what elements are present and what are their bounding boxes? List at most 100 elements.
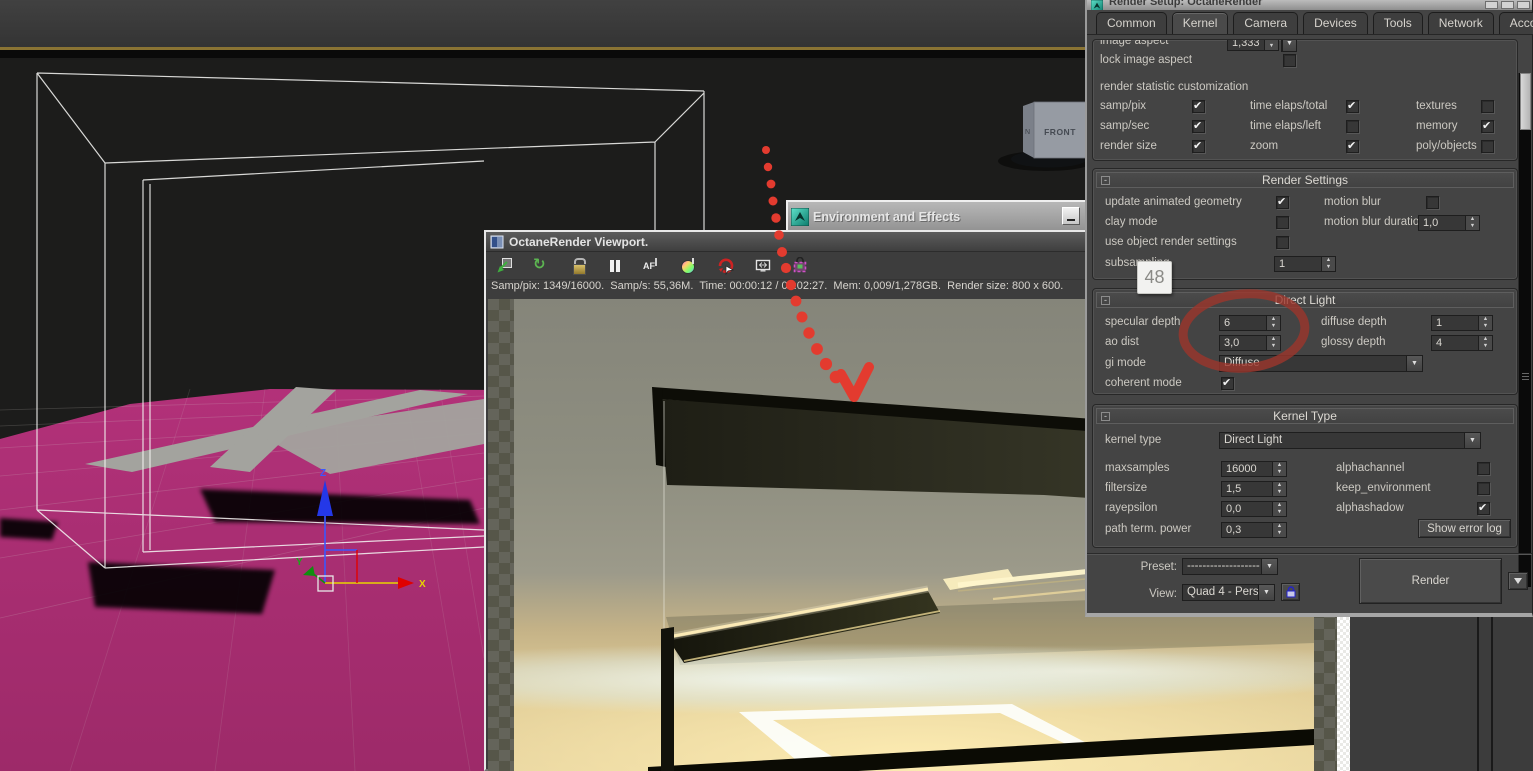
scrollbar-thumb[interactable] — [1520, 73, 1531, 130]
close-button[interactable] — [1517, 1, 1530, 9]
spinner-arrows[interactable] — [1267, 335, 1281, 351]
render-size-checkbox[interactable] — [1192, 139, 1205, 153]
panel-divider — [1477, 617, 1479, 771]
axis-x-label: X — [419, 579, 426, 590]
kernel-type-dropdown[interactable]: Direct Light — [1219, 432, 1481, 449]
environment-effects-window[interactable]: Environment and Effects — [786, 200, 1085, 231]
memory-checkbox[interactable] — [1481, 119, 1494, 133]
keep-environment-checkbox[interactable] — [1477, 482, 1490, 495]
dropdown-arrow-icon[interactable] — [1406, 356, 1422, 371]
collapse-icon[interactable] — [1101, 296, 1110, 305]
image-aspect-dropdown[interactable] — [1281, 40, 1297, 52]
spinner-arrows[interactable] — [1466, 215, 1480, 231]
rollout-title: Kernel Type — [1273, 409, 1337, 423]
collapse-icon[interactable] — [1101, 412, 1110, 421]
poly-objects-checkbox[interactable] — [1481, 140, 1494, 153]
motion-blur-duration-spinner[interactable]: 1,0 — [1418, 215, 1480, 231]
tab-common[interactable]: Common — [1096, 12, 1167, 34]
spinner-arrows[interactable] — [1273, 522, 1287, 538]
viewcube-front-label[interactable]: FRONT — [1044, 127, 1076, 137]
image-aspect-label: image aspect — [1100, 39, 1169, 47]
color-pick-icon[interactable] — [680, 257, 698, 275]
rollout-header[interactable]: Render Settings — [1096, 172, 1514, 188]
view-lock-button[interactable] — [1281, 583, 1300, 601]
alphachannel-checkbox[interactable] — [1477, 462, 1490, 475]
spinner-arrows[interactable] — [1265, 40, 1279, 51]
render-setup-titlebar[interactable]: Render Setup: OctaneRender — [1087, 0, 1532, 10]
update-geometry-checkbox[interactable] — [1276, 195, 1289, 209]
minimize-button[interactable] — [1062, 207, 1080, 225]
rollout-direct-light: Direct Light specular depth 6 diffuse de… — [1092, 288, 1518, 395]
maximize-button[interactable] — [1501, 1, 1514, 9]
kernel-type-label: kernel type — [1105, 434, 1162, 446]
keep-environment-label: keep_environment — [1336, 482, 1431, 494]
spinner-arrows[interactable] — [1273, 461, 1287, 477]
lock-region-icon[interactable] — [791, 256, 809, 275]
ao-dist-spinner[interactable]: 3,0 — [1219, 335, 1281, 351]
spinner-arrows[interactable] — [1479, 335, 1493, 351]
show-error-log-button[interactable]: Show error log — [1418, 519, 1511, 538]
tab-devices[interactable]: Devices — [1303, 12, 1368, 34]
dropdown-arrow-icon[interactable] — [1464, 433, 1480, 448]
time-elaps-left-checkbox[interactable] — [1346, 120, 1359, 133]
image-aspect-spinner[interactable]: 1,333 — [1227, 40, 1279, 51]
filtersize-spinner[interactable]: 1,5 — [1221, 481, 1287, 497]
filtersize-label: filtersize — [1105, 482, 1148, 494]
diffuse-depth-spinner[interactable]: 1 — [1431, 315, 1493, 331]
rollout-header[interactable]: Direct Light — [1096, 292, 1514, 308]
zoom-checkbox[interactable] — [1346, 139, 1359, 153]
lock-icon[interactable] — [569, 257, 587, 275]
dropdown-arrow-icon[interactable] — [1282, 40, 1296, 51]
samp-sec-checkbox[interactable] — [1192, 119, 1205, 133]
dialog-scrollbar[interactable] — [1518, 73, 1531, 587]
spinner-arrows[interactable] — [1479, 315, 1493, 331]
samp-pix-checkbox[interactable] — [1192, 99, 1205, 113]
minimize-button[interactable] — [1485, 1, 1498, 9]
restart-render-icon[interactable] — [532, 255, 550, 275]
preset-dropdown[interactable]: ------------------- — [1182, 558, 1278, 575]
textures-checkbox[interactable] — [1481, 100, 1494, 113]
spinner-arrows[interactable] — [1273, 501, 1287, 517]
render-button[interactable]: Render — [1359, 558, 1502, 604]
panel-divider — [1491, 617, 1493, 771]
alphachannel-label: alphachannel — [1336, 462, 1405, 474]
lock-image-aspect-checkbox[interactable] — [1283, 54, 1296, 67]
gi-mode-dropdown[interactable]: Diffuse — [1219, 355, 1423, 372]
fit-screen-icon[interactable] — [754, 257, 772, 275]
tab-network[interactable]: Network — [1427, 12, 1494, 34]
alphashadow-checkbox[interactable] — [1477, 501, 1490, 515]
dropdown-arrow-icon[interactable] — [1258, 585, 1274, 600]
reset-region-icon[interactable] — [717, 257, 735, 275]
tab-camera[interactable]: Camera — [1233, 12, 1299, 34]
subsampling-spinner[interactable]: 1 — [1274, 256, 1336, 272]
spinner-arrows[interactable] — [1267, 315, 1281, 331]
tab-account[interactable]: Account — [1498, 12, 1533, 34]
tab-tools[interactable]: Tools — [1372, 12, 1423, 34]
render-setup-dialog[interactable]: Render Setup: OctaneRender Common Kernel… — [1085, 0, 1533, 617]
clay-mode-checkbox[interactable] — [1276, 216, 1289, 229]
spinner-arrows[interactable] — [1322, 256, 1336, 272]
collapse-icon[interactable] — [1101, 176, 1110, 185]
viewcube-side-label[interactable]: N — [1025, 129, 1030, 136]
stat-label: render size — [1100, 140, 1157, 152]
rayepsilon-spinner[interactable]: 0,0 — [1221, 501, 1287, 517]
autofocus-icon[interactable] — [643, 257, 661, 275]
glossy-depth-spinner[interactable]: 4 — [1431, 335, 1493, 351]
maxsamples-spinner[interactable]: 16000 — [1221, 461, 1287, 477]
path-term-power-spinner[interactable]: 0,3 — [1221, 522, 1287, 538]
spinner-arrows[interactable] — [1273, 481, 1287, 497]
specular-depth-spinner[interactable]: 6 — [1219, 315, 1281, 331]
view-dropdown[interactable]: Quad 4 - Perspe — [1182, 584, 1275, 601]
coherent-mode-checkbox[interactable] — [1221, 376, 1234, 390]
time-elaps-total-checkbox[interactable] — [1346, 99, 1359, 113]
3dsmax-icon — [1091, 0, 1103, 10]
stat-label: samp/pix — [1100, 100, 1147, 112]
motion-blur-checkbox[interactable] — [1426, 196, 1439, 209]
use-object-settings-checkbox[interactable] — [1276, 236, 1289, 249]
rollout-header[interactable]: Kernel Type — [1096, 408, 1514, 424]
save-image-icon[interactable] — [495, 257, 513, 275]
pause-icon[interactable] — [606, 257, 624, 275]
dropdown-arrow-icon[interactable] — [1261, 559, 1277, 574]
tab-kernel[interactable]: Kernel — [1171, 12, 1229, 35]
render-options-arrow[interactable] — [1508, 572, 1528, 590]
